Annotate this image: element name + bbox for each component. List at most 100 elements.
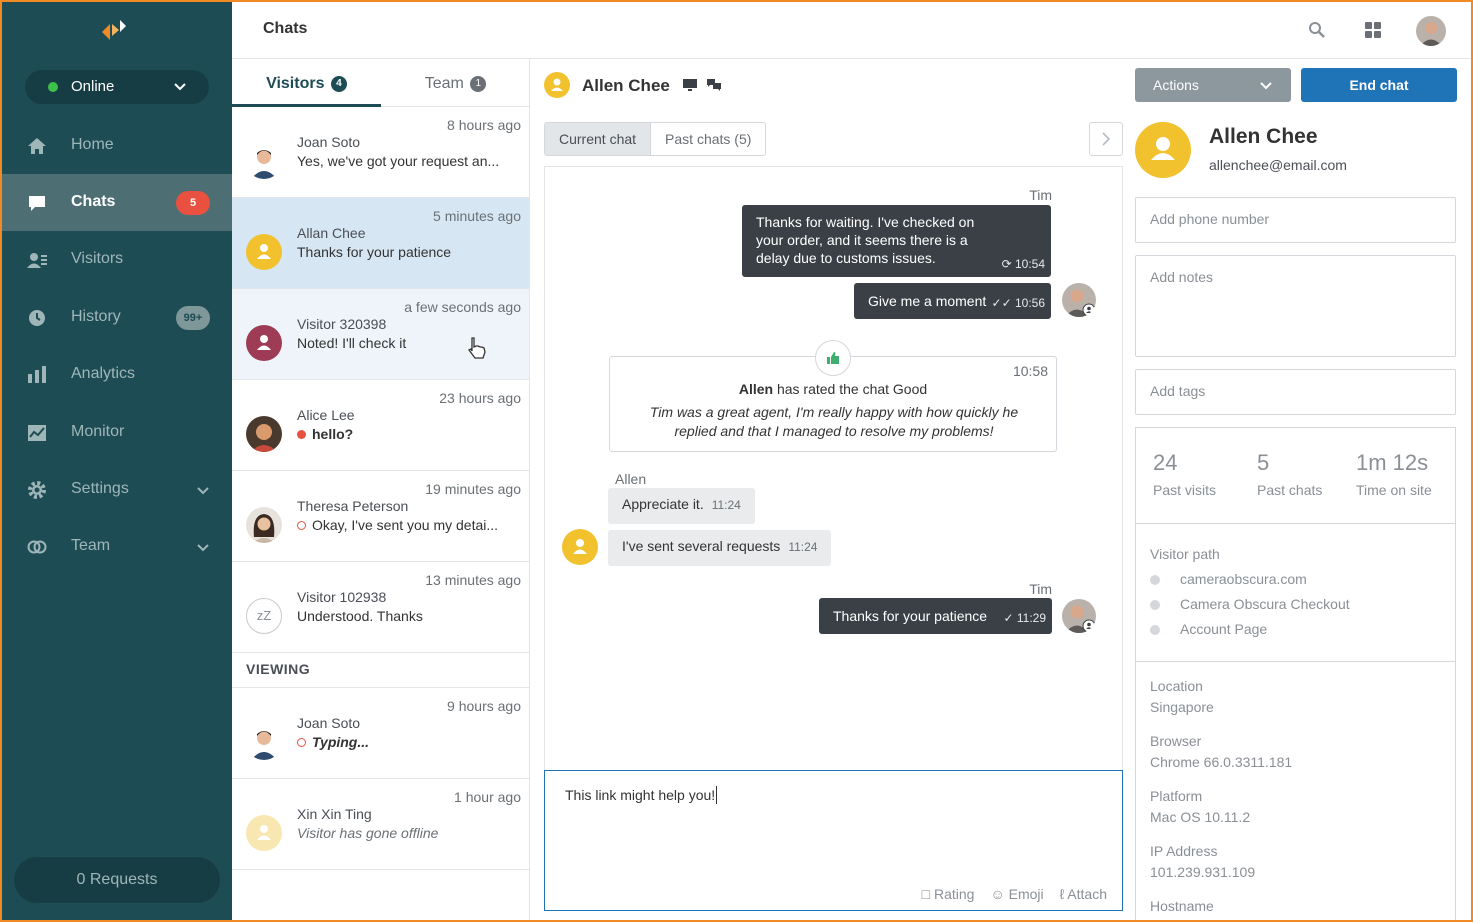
visitor-message: I've sent several requests 11:24 [608, 530, 832, 566]
sidebar-item-label: Home [71, 136, 114, 153]
sidebar-item-team[interactable]: Team [2, 518, 232, 575]
rating-time: 10:58 [1012, 363, 1048, 379]
status-label: Online [71, 78, 115, 95]
chat-time: 23 hours ago [439, 390, 521, 406]
sidebar-item-history[interactable]: History 99+ [2, 289, 232, 346]
tab-current-chat[interactable]: Current chat [545, 123, 652, 155]
message-time-text: 11:29 [1016, 611, 1046, 625]
sidebar-item-label: Settings [71, 480, 129, 497]
visitor-avatar-icon [544, 72, 570, 98]
next-chat-button[interactable] [1089, 122, 1123, 156]
chat-name: Visitor 320398 [297, 316, 387, 332]
status-ring-icon [297, 521, 306, 530]
chat-list-item[interactable]: 1 hour ago Xin Xin Ting Visitor has gone… [232, 779, 529, 870]
avatar [246, 416, 282, 452]
path-item[interactable]: Account Page [1180, 621, 1267, 637]
message-text: Thanks for waiting. I've checked on your… [756, 214, 975, 266]
visitor-avatar-icon [562, 529, 598, 565]
chat-preview: Understood. Thanks [297, 608, 423, 624]
chevron-down-icon [173, 79, 187, 93]
list-tabs: Visitors 4 Team 1 [232, 59, 529, 107]
message-author: Allen [615, 471, 647, 487]
info-value: 101.239.931.109 [1150, 864, 1256, 880]
chat-name: Alice Lee [297, 407, 355, 423]
chat-list-item[interactable]: 13 minutes ago zZ Visitor 102938 Underst… [232, 562, 529, 653]
visitor-profile-name: Allen Chee [1209, 125, 1318, 148]
brand-logo[interactable] [100, 18, 134, 46]
visitor-message: Appreciate it. 11:24 [608, 488, 755, 524]
status-selector[interactable]: Online [25, 70, 209, 104]
actions-dropdown[interactable]: Actions [1135, 68, 1291, 102]
message-time-text: 10:54 [1014, 257, 1045, 271]
apps-grid-icon[interactable] [1362, 19, 1384, 41]
sidebar-item-home[interactable]: Home [2, 117, 232, 174]
sidebar-item-analytics[interactable]: Analytics [2, 346, 232, 403]
tags-field[interactable]: Add tags [1135, 369, 1456, 415]
message-text: Give me a moment [868, 293, 987, 309]
search-icon[interactable] [1306, 19, 1328, 41]
info-label: Location [1150, 678, 1203, 694]
chat-list-item[interactable]: a few seconds ago Visitor 320398 Noted! … [232, 289, 529, 380]
phone-field[interactable]: Add phone number [1135, 197, 1456, 243]
chat-time: 13 minutes ago [425, 572, 521, 588]
notes-field[interactable]: Add notes [1135, 255, 1456, 357]
person-avatar-icon [246, 815, 282, 851]
chat-list-item[interactable]: 19 minutes ago Theresa Peterson Okay, I'… [232, 471, 529, 562]
chat-list-item[interactable]: 23 hours ago Alice Lee hello? [232, 380, 529, 471]
text-caret [716, 786, 718, 804]
visitor-info-panel: Actions End chat Allen Chee allenchee@em… [1131, 59, 1471, 920]
tab-visitors[interactable]: Visitors 4 [232, 59, 381, 107]
tab-team[interactable]: Team 1 [381, 59, 529, 107]
chat-time: 19 minutes ago [425, 481, 521, 497]
sidebar-item-visitors[interactable]: Visitors [2, 231, 232, 288]
agent-avatar [1062, 599, 1096, 633]
avatar [246, 724, 282, 760]
tab-past-chats[interactable]: Past chats (5) [651, 123, 765, 155]
visitor-technical-info: Location Singapore Browser Chrome 66.0.3… [1135, 661, 1456, 920]
rating-button[interactable]: □ Rating [922, 886, 975, 902]
end-chat-button[interactable]: End chat [1301, 68, 1457, 102]
stat-past-visits: 24 Past visits [1153, 450, 1216, 498]
stat-label: Past visits [1153, 482, 1217, 498]
chat-name: Joan Soto [297, 134, 361, 150]
sidebar-item-label: History [71, 308, 121, 325]
chat-list-item[interactable]: 8 hours ago Joan Soto Yes, we've got you… [232, 107, 529, 198]
chat-preview-text: hello? [312, 426, 354, 442]
composer-text: This link might help you! [565, 786, 718, 804]
bar-chart-icon [26, 364, 48, 386]
clock-icon [26, 307, 48, 329]
emoji-button[interactable]: ☺ Emoji [990, 886, 1043, 902]
sidebar: Online Home Chats 5 Visitors History 99+… [2, 2, 232, 920]
info-label: Platform [1150, 788, 1203, 804]
requests-button[interactable]: 0 Requests [14, 857, 220, 903]
stat-label: Time on site [1356, 482, 1432, 498]
chat-list-item[interactable]: 5 minutes ago Allan Chee Thanks for your… [232, 198, 529, 289]
sent-check-icon: ✓ [1003, 611, 1014, 625]
chat-name: Theresa Peterson [297, 498, 409, 514]
path-item[interactable]: Camera Obscura Checkout [1180, 596, 1350, 612]
info-value: Singapore [1150, 699, 1214, 715]
visitor-path: Visitor path cameraobscura.com Camera Ob… [1135, 523, 1456, 661]
gear-icon [26, 479, 48, 501]
sidebar-item-monitor[interactable]: Monitor [2, 404, 232, 461]
history-count-badge: 99+ [176, 306, 210, 330]
attach-button[interactable]: ℓ Attach [1060, 886, 1107, 902]
message-author: Tim [1029, 187, 1052, 203]
home-icon [26, 135, 48, 157]
user-avatar[interactable] [1416, 16, 1446, 46]
chat-list-item[interactable]: 9 hours ago Joan Soto Typing... [232, 688, 529, 779]
sidebar-item-label: Analytics [71, 365, 136, 382]
sidebar-item-settings[interactable]: Settings [2, 461, 232, 518]
visitors-icon [26, 249, 48, 271]
chevron-down-icon [196, 540, 210, 554]
message-composer[interactable]: This link might help you! □ Rating ☺ Emo… [544, 770, 1123, 911]
sidebar-item-chats[interactable]: Chats 5 [2, 174, 232, 231]
chat-preview: Visitor has gone offline [297, 825, 439, 841]
tab-count-badge: 4 [330, 76, 347, 92]
sidebar-item-label: Team [71, 537, 111, 554]
agent-avatar [1062, 283, 1096, 317]
path-item[interactable]: cameraobscura.com [1180, 571, 1307, 587]
chat-time: a few seconds ago [404, 299, 521, 315]
chat-preview: Typing... [297, 734, 519, 750]
message-time: 11:24 [711, 498, 741, 512]
